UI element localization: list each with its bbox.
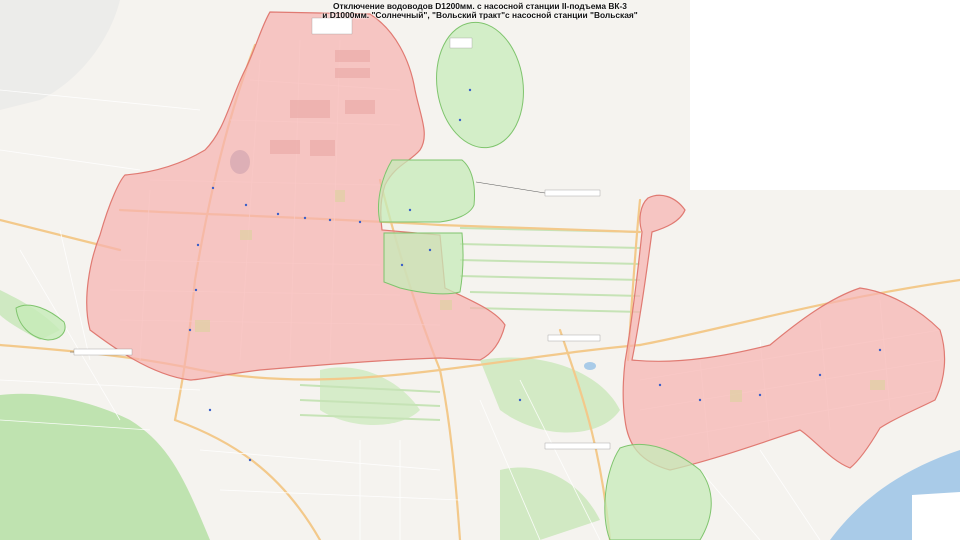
map-stage[interactable]: Отключение водоводов D1200мм. с насосной…: [0, 0, 960, 540]
map-blank-corner: [690, 0, 960, 190]
unaffected-zone-center[interactable]: [378, 159, 475, 223]
river-bank-right: [912, 492, 960, 540]
pond-east: [584, 362, 596, 370]
city-map[interactable]: [0, 0, 960, 540]
unaffected-zone-center-south[interactable]: [383, 232, 464, 295]
